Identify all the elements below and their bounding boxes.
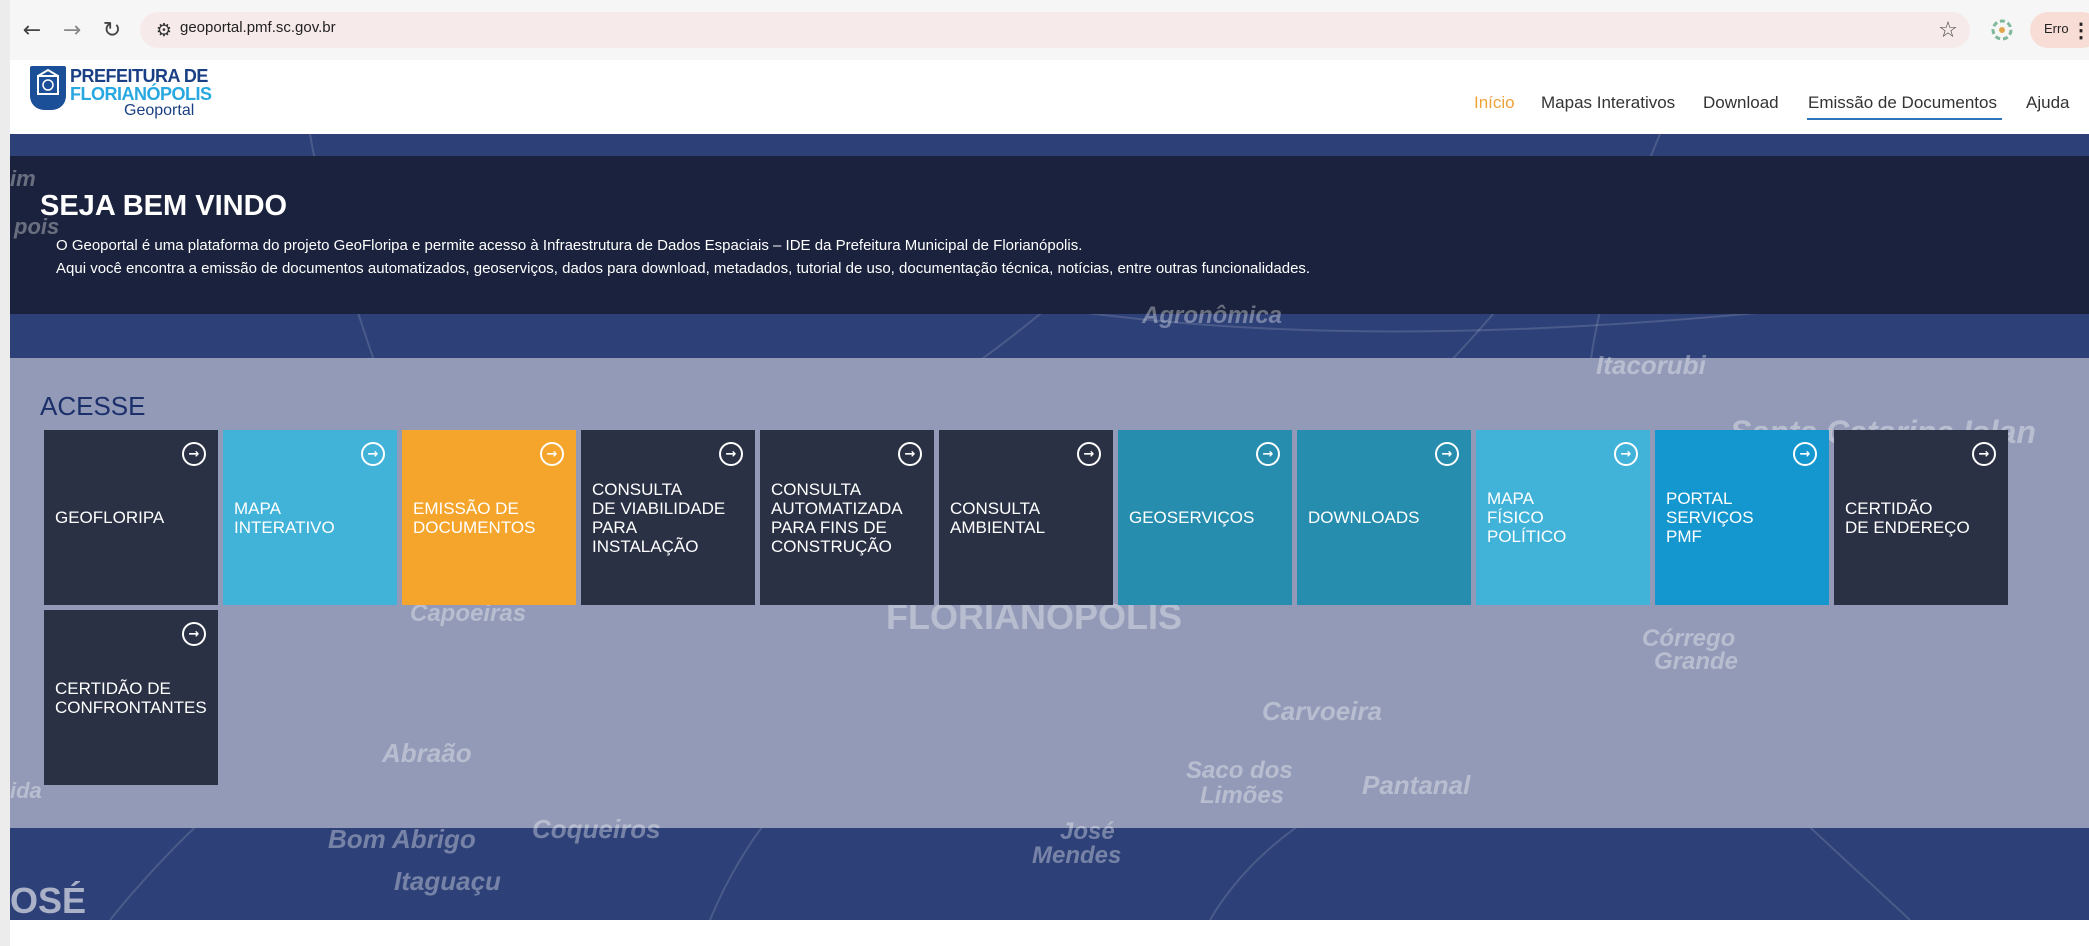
map-label: Mendes — [1032, 842, 1122, 869]
address-bar[interactable] — [140, 12, 1970, 48]
nav-active-underline — [1807, 118, 2002, 120]
map-label: Coqueiros — [532, 814, 661, 844]
extension-icon[interactable] — [1986, 14, 2018, 46]
logo-text-geoportal: Geoportal — [124, 102, 195, 119]
welcome-title: SEJA BEM VINDO — [40, 190, 288, 222]
map-label: Agronômica — [1142, 302, 1283, 329]
tile-label: GEOFLORIPA — [55, 508, 165, 527]
tile-label: MAPA FÍSICO POLÍTICO — [1487, 489, 1567, 546]
nav-ajuda[interactable]: Ajuda — [2026, 93, 2069, 113]
welcome-description-line-2: Aqui você encontra a emissão de document… — [56, 260, 1311, 277]
back-arrow-icon[interactable]: ← — [16, 14, 48, 46]
tile-consulta-ambiental[interactable]: → CONSULTA AMBIENTAL — [939, 430, 1113, 605]
tile-label: CERTIDÃO DE CONFRONTANTES — [55, 678, 207, 717]
map-label: Itacorubi — [1596, 350, 1706, 380]
tile-label: DOWNLOADS — [1308, 508, 1420, 527]
welcome-banner — [10, 156, 2089, 314]
tile-label: MAPA INTERATIVO — [234, 498, 335, 537]
tile-label: EMISSÃO DE DOCUMENTOS — [413, 498, 536, 537]
map-label: Bom Abrigo — [328, 824, 476, 854]
map-label: Abraão — [382, 738, 472, 768]
tile-label: PORTAL SERVIÇOS PMF — [1666, 489, 1754, 546]
tile-geoservicos[interactable]: → GEOSERVIÇOS — [1118, 430, 1292, 605]
map-label: Pantanal — [1362, 770, 1471, 800]
tile-label: CONSULTA DE VIABILIDADE PARA INSTALAÇÃO — [592, 479, 726, 556]
url-text[interactable]: geoportal.pmf.sc.gov.br — [180, 19, 336, 36]
tile-label: CERTIDÃO DE ENDEREÇO — [1845, 498, 1970, 537]
nav-mapas-interativos[interactable]: Mapas Interativos — [1541, 93, 1675, 113]
page-content-below — [10, 920, 2089, 946]
bookmark-star-icon[interactable]: ☆ — [1932, 14, 1964, 46]
forward-arrow-icon[interactable]: → — [56, 14, 88, 46]
window-edge — [0, 0, 10, 946]
map-label: im — [10, 166, 36, 191]
tile-certidao-endereco[interactable]: → CERTIDÃO DE ENDEREÇO — [1834, 430, 2008, 605]
profile-error-label: Erro — [2044, 21, 2069, 36]
map-label: ida — [10, 778, 42, 803]
nav-emissao-documentos[interactable]: Emissão de Documentos — [1808, 93, 1997, 113]
site-info-icon[interactable]: ⚙ — [148, 14, 180, 46]
nav-download[interactable]: Download — [1703, 93, 1779, 113]
tile-portal-servicos-pmf[interactable]: → PORTAL SERVIÇOS PMF — [1655, 430, 1829, 605]
nav-inicio[interactable]: Início — [1474, 93, 1515, 113]
map-label: Grande — [1654, 648, 1739, 675]
map-label: OSÉ — [10, 880, 87, 921]
tile-mapa-fisico-politico[interactable]: → MAPA FÍSICO POLÍTICO — [1476, 430, 1650, 605]
tile-downloads[interactable]: → DOWNLOADS — [1297, 430, 1471, 605]
tile-certidao-confrontantes[interactable]: → CERTIDÃO DE CONFRONTANTES — [44, 610, 218, 785]
tile-consulta-viabilidade[interactable]: → CONSULTA DE VIABILIDADE PARA INSTALAÇÃ… — [581, 430, 755, 605]
tile-emissao-documentos[interactable]: → EMISSÃO DE DOCUMENTOS — [402, 430, 576, 605]
tile-mapa-interativo[interactable]: → MAPA INTERATIVO — [223, 430, 397, 605]
map-label: Limões — [1200, 782, 1285, 809]
tile-geofloripa[interactable]: → GEOFLORIPA — [44, 430, 218, 605]
city-crest-logo[interactable] — [30, 66, 66, 110]
map-label: Itaguaçu — [394, 866, 501, 896]
acesse-heading: ACESSE — [40, 391, 146, 421]
tile-label: CONSULTA AUTOMATIZADA PARA FINS DE CONST… — [771, 479, 903, 556]
tile-consulta-automatizada[interactable]: → CONSULTA AUTOMATIZADA PARA FINS DE CON… — [760, 430, 934, 605]
tile-label: GEOSERVIÇOS — [1129, 508, 1255, 527]
tile-label: CONSULTA AMBIENTAL — [950, 498, 1046, 537]
kebab-menu-icon[interactable]: ⋮ — [2071, 14, 2089, 46]
reload-icon[interactable]: ↻ — [96, 14, 128, 46]
map-label: Carvoeira — [1262, 696, 1382, 726]
welcome-description-line-1: O Geoportal é uma plataforma do projeto … — [56, 237, 1083, 254]
map-label: Saco dos — [1186, 757, 1293, 784]
